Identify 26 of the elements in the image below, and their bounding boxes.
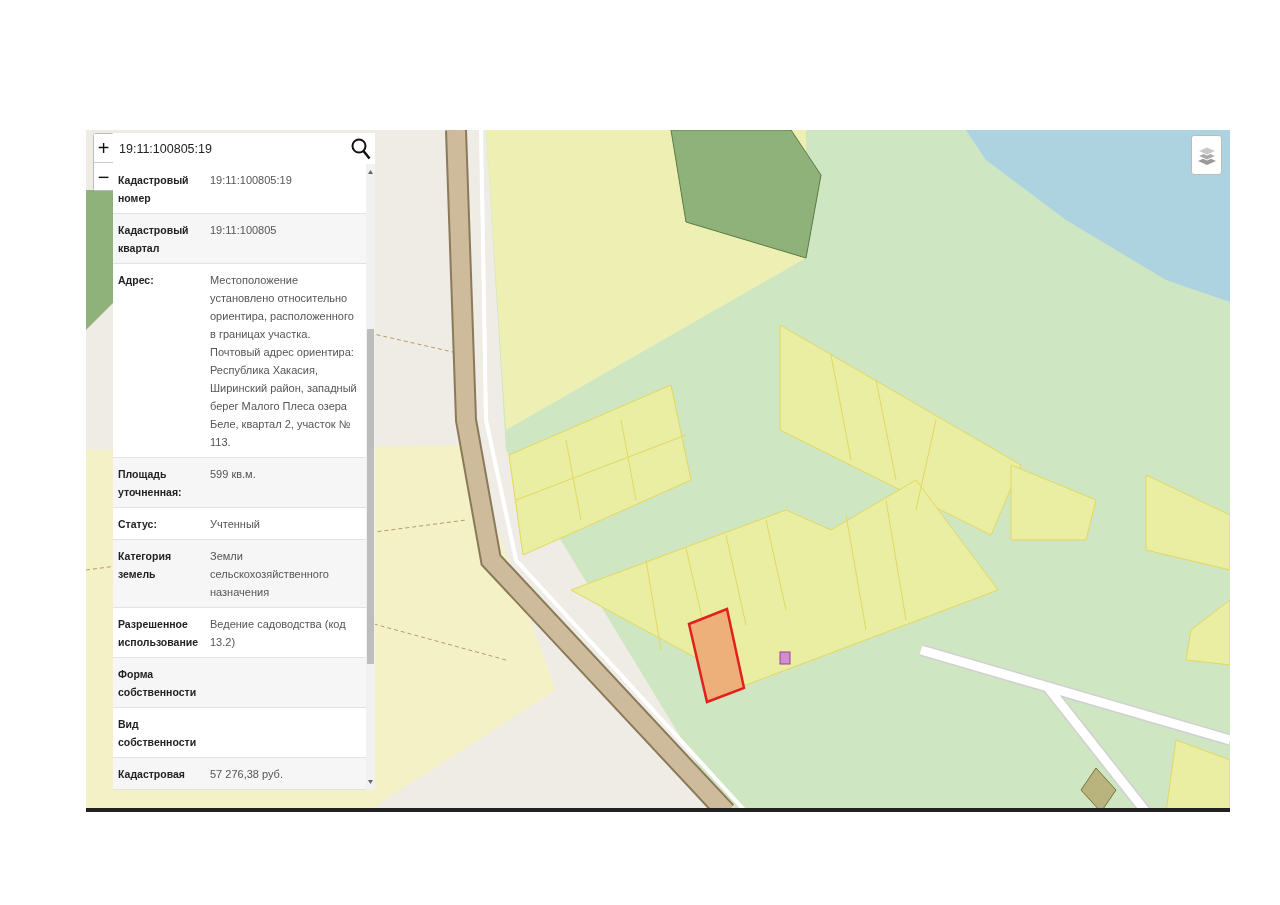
attribute-label: Форма собственности (118, 667, 198, 700)
attribute-label: Кадастровый квартал (118, 223, 190, 256)
attribute-value: Местоположение установлено относительно ориентира, расположенного в границах участка. Почтовый адрес ориентира: Республика Хакасия, Ширинский район, западный берег Малого Плеса озера Беле, квартал 2, участок № 113. (209, 273, 358, 450)
attribute-value: 599 кв.м. (209, 467, 257, 482)
attribute-label: Статус: (118, 517, 158, 532)
attribute-label: Категория земель (118, 549, 172, 582)
attribute-value: 19:11:100805:19 (209, 173, 293, 188)
attribute-value: 57 276,38 руб. (209, 767, 284, 782)
attribute-label: Кадастровая (118, 767, 186, 782)
search-field[interactable]: 19:11:100805:19 (113, 133, 347, 164)
search-icon (351, 137, 371, 160)
scroll-up-icon[interactable] (366, 168, 375, 176)
attribute-value: Ведение садоводства (код 13.2) (209, 617, 347, 650)
scrollbar-thumb[interactable] (367, 329, 374, 664)
zoom-out-button[interactable]: − (94, 162, 113, 190)
attribute-label: Разрешенное использование (118, 617, 200, 650)
attribute-label: Адрес: (118, 273, 155, 288)
attribute-value: Учтенный (209, 517, 261, 532)
layers-button[interactable] (1191, 135, 1222, 175)
attribute-label: Площадь уточненная: (118, 467, 183, 500)
attribute-label: Вид собственности (118, 717, 198, 750)
attribute-label: Кадастровый номер (118, 173, 190, 206)
scroll-down-icon[interactable] (366, 778, 375, 786)
attribute-value: 19:11:100805 (209, 223, 278, 238)
attribute-value: Земли сельскохозяйственного назначения (209, 549, 330, 600)
scrollbar[interactable] (366, 164, 375, 790)
